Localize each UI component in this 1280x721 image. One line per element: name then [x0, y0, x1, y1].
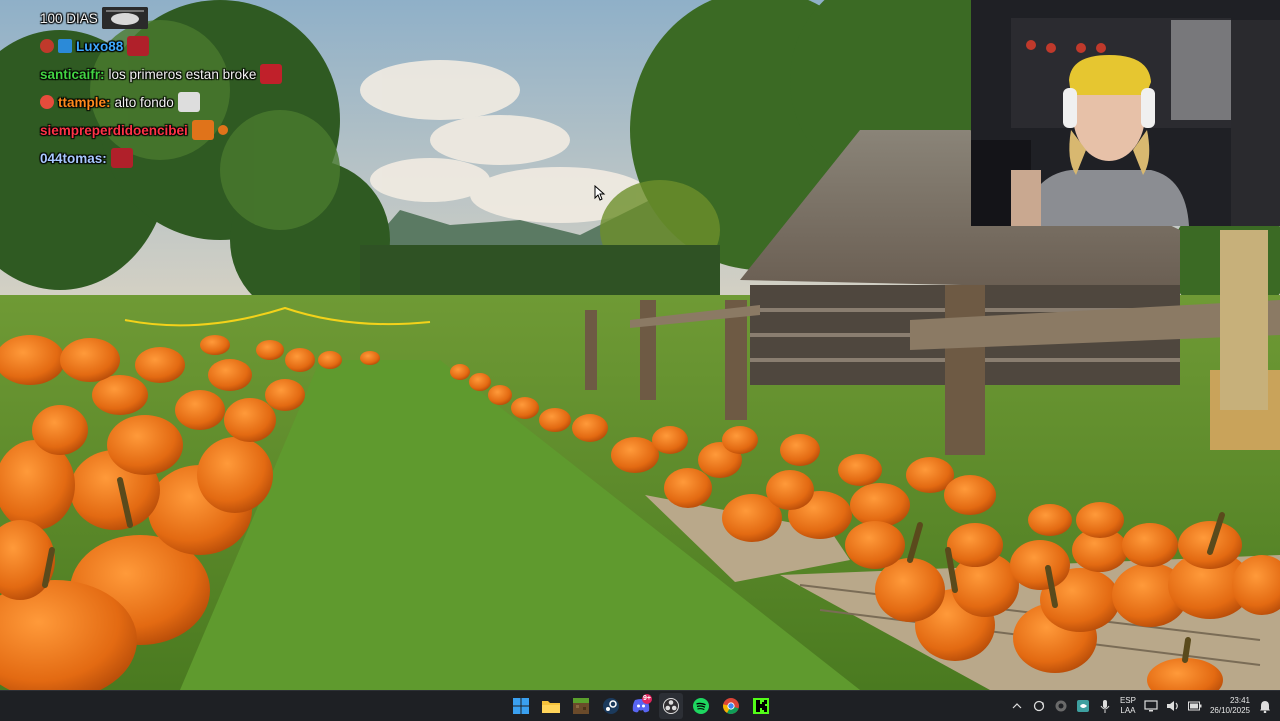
chat-message: siempreperdidoencibei: [40, 116, 340, 144]
notification-bell-icon[interactable]: [1258, 699, 1272, 713]
emote-image: [127, 36, 150, 56]
chevron-up-icon[interactable]: [1010, 699, 1024, 713]
input-language-indicator[interactable]: ESP LAA: [1120, 696, 1136, 716]
taskbar-discord[interactable]: 9+: [629, 693, 653, 719]
taskbar-chrome[interactable]: [719, 693, 743, 719]
taskbar: 9+ ESP LAA 23:41 26/10/2025: [0, 690, 1280, 721]
start-button[interactable]: [509, 693, 533, 719]
taskbar-pinned-apps: 9+: [509, 691, 773, 721]
mouse-cursor-icon: [594, 185, 606, 201]
chat-username[interactable]: ttample:: [58, 95, 111, 110]
clock-time: 23:41: [1229, 696, 1250, 705]
defender-icon[interactable]: [1054, 699, 1068, 713]
taskbar-minecraft[interactable]: [569, 693, 593, 719]
emote-image: [110, 148, 133, 168]
chat-message-text: los primeros estan broke: [108, 66, 257, 82]
taskbar-steam[interactable]: [599, 693, 623, 719]
kick-icon: [753, 698, 769, 714]
taskbar-file-explorer[interactable]: [539, 693, 563, 719]
emote-image: [177, 92, 200, 112]
streamer-camera-feed: [971, 0, 1280, 226]
system-clock[interactable]: 23:41 26/10/2025: [1210, 696, 1250, 716]
keyboard-layout: LAA: [1120, 706, 1136, 715]
clock-date: 26/10/2025: [1209, 706, 1250, 715]
language-code: ESP: [1119, 696, 1136, 705]
spotify-icon: [693, 698, 709, 714]
taskbar-spotify[interactable]: [689, 693, 713, 719]
battery-icon[interactable]: [1187, 699, 1202, 713]
emote-image: [191, 120, 214, 140]
emote-image: [217, 125, 228, 135]
windows-logo-icon: [513, 698, 529, 714]
notification-badge: 9+: [642, 694, 652, 704]
chat-username[interactable]: Luxo88: [76, 39, 123, 54]
taskbar-obs[interactable]: [659, 693, 683, 719]
microphone-icon[interactable]: [1098, 699, 1112, 713]
minecraft-icon: [573, 698, 589, 714]
chat-message-text: alto fondo: [114, 94, 174, 110]
chat-message: 044tomas:: [40, 144, 340, 172]
system-tray: ESP LAA 23:41 26/10/2025: [1010, 691, 1272, 721]
taskbar-kick[interactable]: [749, 693, 773, 719]
network-icon[interactable]: [1144, 699, 1158, 713]
emote-image: [101, 7, 148, 29]
steam-icon: [603, 698, 619, 714]
webcam-overlay: [971, 0, 1280, 226]
cube-badge-icon: [58, 39, 72, 53]
folder-icon: [542, 701, 560, 713]
emote-image: [260, 64, 283, 84]
obs-icon: [663, 698, 679, 714]
sync-icon[interactable]: [1032, 699, 1046, 713]
chat-message-text: 100 DIAS: [40, 10, 98, 26]
chrome-icon: [723, 698, 739, 714]
chat-username[interactable]: siempreperdidoencibei: [40, 123, 188, 138]
stream-chat-overlay: 100 DIAS Luxo88 santicaifr: los primeros…: [40, 4, 340, 172]
chat-message: 100 DIAS: [40, 4, 340, 32]
chat-message: santicaifr: los primeros estan broke: [40, 60, 340, 88]
chat-username[interactable]: 044tomas:: [40, 151, 107, 166]
chat-username[interactable]: santicaifr:: [40, 67, 105, 82]
chat-message: ttample: alto fondo: [40, 88, 340, 116]
moderator-badge-icon: [40, 39, 54, 53]
nvidia-icon[interactable]: [1076, 699, 1090, 713]
chat-message: Luxo88: [40, 32, 340, 60]
badge-icon: [40, 95, 54, 109]
volume-icon[interactable]: [1166, 699, 1180, 713]
